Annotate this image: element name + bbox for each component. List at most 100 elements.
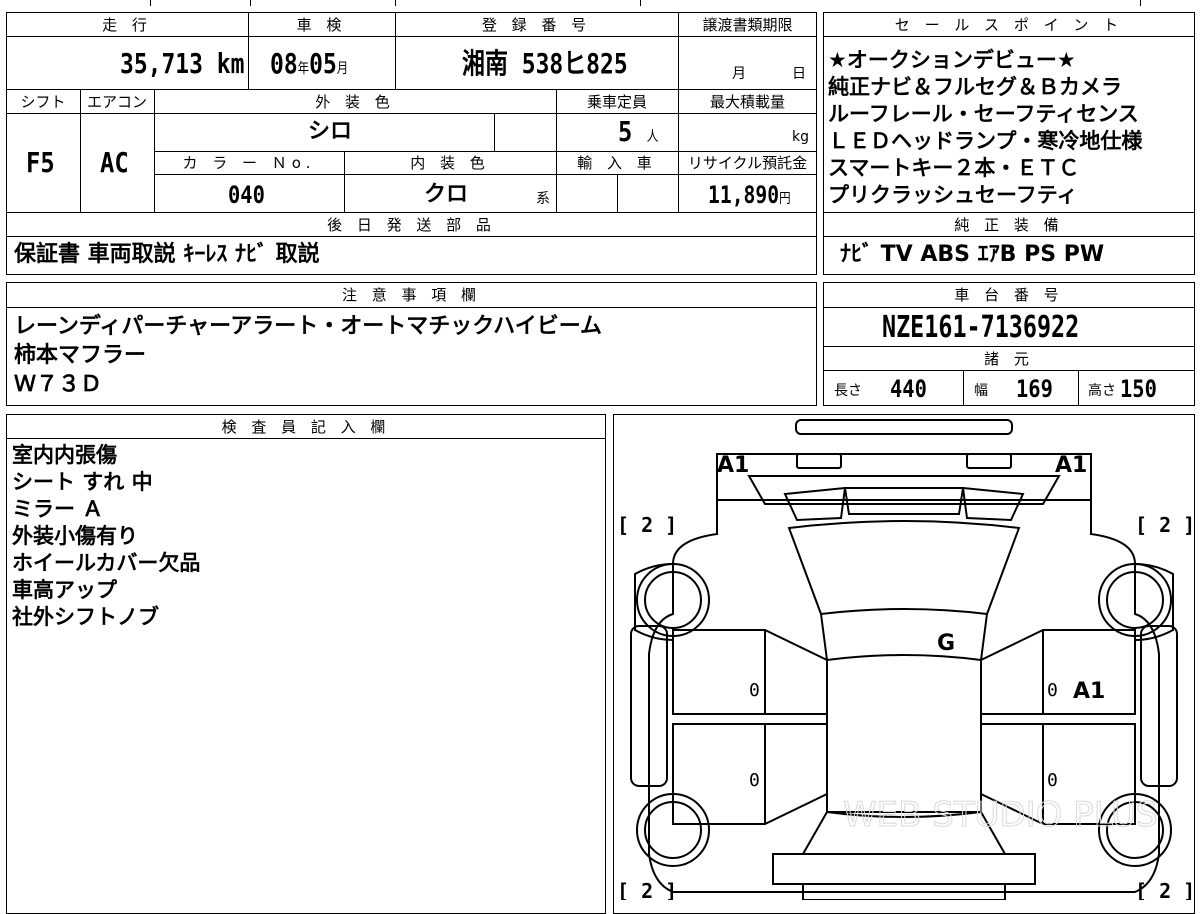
inspector-line: 室内内張傷 [12, 443, 117, 467]
inspector-line: シート すれ 中 [12, 470, 153, 494]
width-value: 169 [1016, 375, 1053, 403]
top-strip-divider [250, 0, 251, 6]
interior-suffix: 系 [536, 191, 550, 207]
recycle-value: 11,890円 [708, 181, 791, 209]
wheel-arch-fr [1134, 563, 1174, 641]
inspector-label: 検 査 員 記 入 欄 [221, 417, 391, 436]
mileage-label: 走 行 [102, 15, 152, 34]
watermark: WEB STUDIO PLUS [843, 795, 1157, 835]
tire-mark-rr: [ 2 ] [1135, 879, 1195, 900]
top-strip-divider [640, 0, 641, 6]
top-strip-divider [1140, 0, 1141, 6]
ac-label: エアコン [86, 92, 147, 111]
rule [6, 438, 606, 439]
inspector-list: 室内内張傷 シート すれ 中 ミラー Ａ 外装小傷有り ホイールカバー欠品 車高… [12, 442, 200, 631]
inspector-line: 社外シフトノブ [12, 605, 159, 629]
mark-door-zero: 0 [1047, 680, 1058, 701]
ac-value: AC [100, 146, 129, 179]
sales-point-line: プリクラッシュセーフティ [828, 183, 1078, 207]
max-load-unit: kg [792, 129, 809, 145]
top-strip-divider [395, 0, 396, 6]
length-label: 長さ [834, 383, 862, 399]
inspection-label: 車 検 [296, 15, 347, 34]
inspector-line: ホイールカバー欠品 [12, 551, 201, 575]
door-fl [672, 629, 828, 715]
note-line: レーンディパーチャーアラート・オートマチックハイビーム [14, 314, 603, 339]
max-load-label: 最大積載量 [709, 92, 785, 111]
headlight-right [966, 453, 1012, 469]
top-strip-divider [150, 0, 151, 6]
rule [6, 236, 817, 237]
genuine-equipment-value: ﾅﾋﾞ TV ABS ｴｱB PS PW [840, 242, 1105, 267]
mark-door-zero: 0 [1047, 770, 1058, 791]
sales-points-label: セ ー ル ス ポ イ ン ト [894, 15, 1124, 34]
notes-list: レーンディパーチャーアラート・オートマチックハイビーム 柿本マフラー Ｗ７３Ｄ [14, 312, 602, 399]
width-label: 幅 [974, 383, 988, 399]
inspection-value: 08年05月 [270, 47, 349, 80]
sales-point-line: ★オークションデビュー★ [828, 48, 1076, 72]
rule [823, 307, 1195, 308]
rule [823, 36, 1195, 37]
mark-right-front-door: A1 [1073, 679, 1105, 704]
note-line: Ｗ７３Ｄ [14, 372, 103, 397]
rule [154, 174, 817, 175]
later-parts-value: 保証書 車両取説 ｷｰﾚｽ ﾅﾋﾞ 取説 [14, 242, 320, 267]
mark-windshield: G [937, 631, 955, 656]
tire-mark-fl: [ 2 ] [617, 513, 677, 537]
roof [826, 654, 982, 818]
exterior-color-value: シロ [308, 119, 353, 144]
color-no-label: カ ラ ー Ｎo. [182, 154, 316, 172]
sales-point-line: ＬＥＤヘッドランプ・寒冷地仕様 [828, 129, 1143, 153]
rear-trunk [772, 853, 1036, 885]
note-line: 柿本マフラー [14, 343, 147, 368]
interior-color-value: クロ [424, 182, 469, 207]
car-damage-diagram: A1 A1 G A1 0 0 0 0 [ 2 ] [ 2 ] [ 2 ] [ 2… [617, 419, 1195, 900]
later-parts-label: 後 日 発 送 部 品 [327, 215, 496, 234]
shift-value: F5 [26, 146, 55, 179]
height-value: 150 [1120, 375, 1157, 403]
dimensions-label: 諸 元 [984, 349, 1034, 368]
rule [6, 113, 817, 114]
shift-label: シフト [20, 92, 66, 111]
sales-point-line: ルーフレール・セーフティセンス [828, 102, 1139, 126]
color-no-value: 040 [228, 181, 265, 209]
interior-color-label: 内 装 色 [410, 154, 490, 172]
rule [823, 236, 1195, 237]
door-fr [980, 629, 1136, 715]
rule [6, 36, 817, 37]
recycle-label: リサイクル預託金 [687, 154, 808, 172]
capacity-label: 乗車定員 [586, 92, 647, 111]
transfer-deadline-label: 譲渡書類期限 [702, 15, 793, 34]
mileage-value: 35,713 km [120, 47, 245, 80]
tire-mark-fr: [ 2 ] [1135, 513, 1195, 537]
rule [963, 370, 964, 406]
genuine-equipment-label: 純 正 装 備 [954, 215, 1064, 234]
rule [1078, 370, 1079, 406]
headlight-left [796, 453, 842, 469]
inspector-line: 外装小傷有り [12, 524, 138, 548]
import-label: 輸 入 車 [577, 154, 657, 172]
sales-point-line: スマートキー２本・ＥＴＣ [828, 156, 1080, 180]
windshield [787, 520, 1021, 616]
rule [823, 370, 1195, 371]
chassis-label: 車 台 番 号 [954, 286, 1064, 304]
inspector-line: 車高アップ [12, 578, 117, 602]
registration-label: 登 録 番 号 [481, 15, 592, 34]
capacity-value: 5 人 [618, 115, 659, 148]
chassis-number: NZE161-7136922 [882, 310, 1080, 345]
rule [494, 113, 495, 151]
wheel-arch-fl [634, 563, 674, 641]
rule [617, 174, 618, 212]
rule [6, 307, 817, 308]
transfer-day-unit: 日 [792, 66, 806, 82]
transfer-month-unit: 月 [732, 66, 746, 82]
exterior-color-label: 外 装 色 [315, 92, 395, 111]
notes-label: 注 意 事 項 欄 [341, 286, 482, 304]
tire-mark-rl: [ 2 ] [617, 879, 677, 900]
mark-front-right: A1 [1055, 453, 1087, 478]
sales-point-line: 純正ナビ＆フルセグ＆Ｂカメラ [828, 75, 1122, 99]
front-grille-bar [795, 419, 1013, 435]
height-label: 高さ [1088, 383, 1116, 399]
mark-door-zero: 0 [749, 680, 760, 701]
mark-door-zero: 0 [749, 770, 760, 791]
